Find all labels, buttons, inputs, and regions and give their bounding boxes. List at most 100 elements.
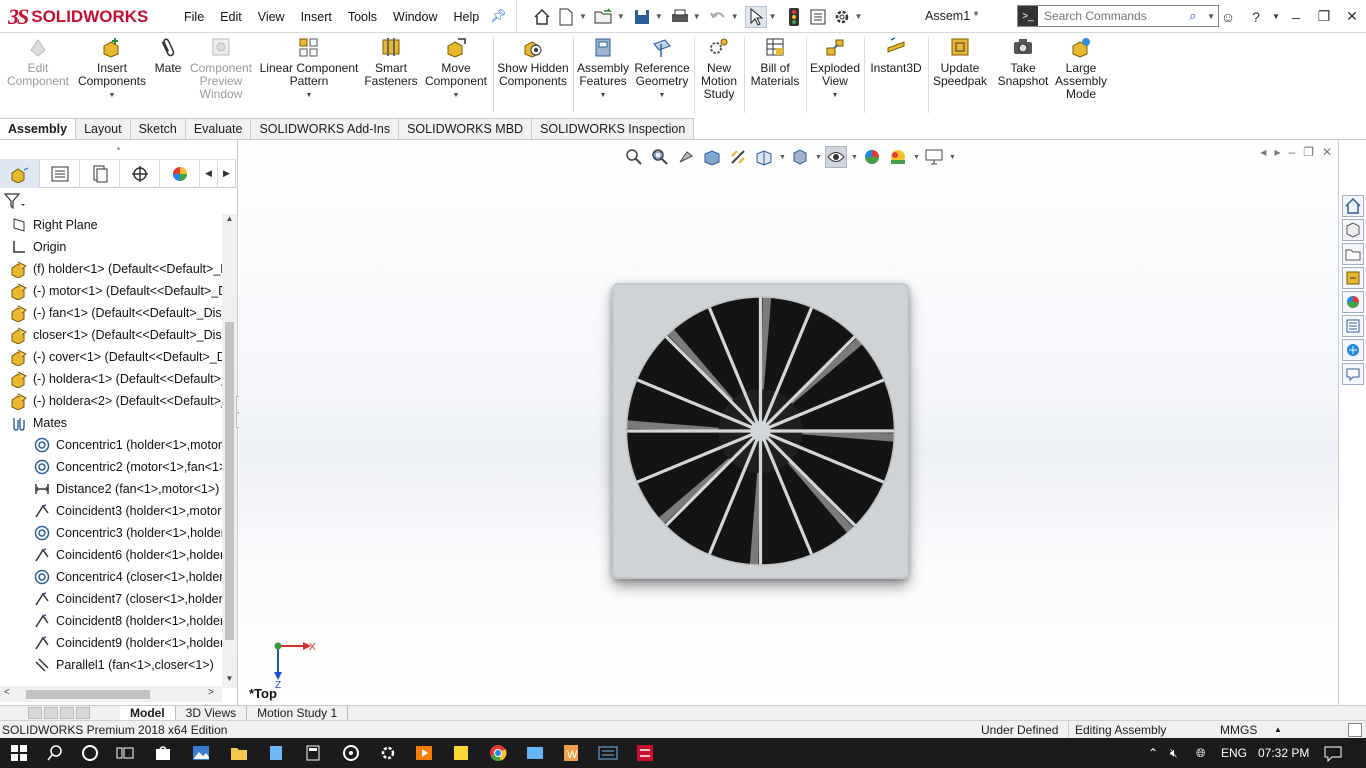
task-view-icon[interactable]	[114, 742, 136, 764]
action-center-icon[interactable]	[1324, 738, 1342, 768]
chrome-icon[interactable]	[487, 742, 509, 764]
solidworks-logo[interactable]: 3S SOLIDWORKS	[8, 3, 158, 31]
select-cursor-icon[interactable]	[744, 5, 767, 28]
notes-app-icon[interactable]	[265, 742, 287, 764]
scroll-down-icon[interactable]: ▼	[222, 674, 237, 688]
view-settings-monitor-icon[interactable]	[923, 146, 945, 168]
tree-item[interactable]: (-) cover<1> (Default<<Default>_D	[0, 346, 222, 368]
viewport-restore-icon[interactable]: ❐	[1303, 145, 1314, 159]
bill-of-materials-button[interactable]: Bill of Materials	[747, 35, 803, 88]
new-document-icon[interactable]	[555, 6, 577, 28]
menu-view[interactable]: View	[250, 10, 293, 24]
viewport-close-icon[interactable]: ✕	[1322, 145, 1332, 159]
tree-item[interactable]: Origin	[0, 236, 222, 258]
mate-tree-item[interactable]: Concentric1 (holder<1>,motor	[0, 434, 222, 456]
restore-icon[interactable]: ❐	[1310, 8, 1338, 25]
file-explorer-icon[interactable]	[228, 742, 250, 764]
panel-tab-scroll-right-icon[interactable]: ▶	[218, 159, 236, 188]
unit-system[interactable]: MMGS	[1220, 721, 1257, 739]
tree-horizontal-scrollbar[interactable]: < >	[0, 686, 222, 702]
tree-item[interactable]: (f) holder<1> (Default<<Default>_D	[0, 258, 222, 280]
tab-first-icon[interactable]	[28, 706, 42, 719]
menu-edit[interactable]: Edit	[212, 10, 250, 24]
mate-tree-item[interactable]: Coincident7 (closer<1>,holdera	[0, 588, 222, 610]
media-app-icon[interactable]	[340, 742, 362, 764]
exploded-view-button[interactable]: Exploded View ▼	[809, 35, 861, 102]
configuration-manager-tab-icon[interactable]	[80, 159, 120, 188]
tree-item[interactable]: (-) holdera<1> (Default<<Default>_	[0, 368, 222, 390]
scroll-up-icon[interactable]: ▲	[222, 214, 237, 228]
tree-item[interactable]: Right Plane	[0, 214, 222, 236]
tree-item[interactable]: closer<1> (Default<<Default>_Disp	[0, 324, 222, 346]
assembly-features-dropdown-icon[interactable]: ▼	[600, 89, 607, 102]
tree-filter[interactable]	[0, 188, 237, 214]
tab-model[interactable]: Model	[120, 705, 176, 721]
word-icon[interactable]: W	[560, 742, 582, 764]
edit-appearance-icon[interactable]	[861, 146, 883, 168]
file-explorer-icon[interactable]	[1342, 243, 1364, 265]
select-dropdown-icon[interactable]: ▼	[769, 12, 777, 21]
design-library-icon[interactable]	[1342, 219, 1364, 241]
mate-tree-item[interactable]: Coincident3 (holder<1>,motor	[0, 500, 222, 522]
mate-tree-item[interactable]: Concentric3 (holder<1>,holder	[0, 522, 222, 544]
status-settings-icon[interactable]	[1348, 723, 1362, 737]
tab-layout[interactable]: Layout	[76, 118, 131, 139]
print-icon[interactable]	[669, 6, 691, 28]
unit-system-dropdown-icon[interactable]: ▲	[1274, 721, 1282, 739]
view-orientation-icon[interactable]	[753, 146, 775, 168]
tab-motion-study-1[interactable]: Motion Study 1	[247, 705, 349, 721]
viewport-back-icon[interactable]: ◂	[1260, 145, 1266, 159]
feature-manager-tab-icon[interactable]	[0, 159, 40, 188]
mate-tree-item[interactable]: Parallel1 (fan<1>,closer<1>)	[0, 654, 222, 676]
tablet-app-icon[interactable]	[524, 742, 546, 764]
exploded-view-dropdown-icon[interactable]: ▼	[832, 89, 839, 102]
zoom-to-fit-icon[interactable]	[623, 146, 645, 168]
fan-assembly-model[interactable]	[612, 283, 909, 579]
graphics-viewport[interactable]: ▼ ▼ ▼ ▼ ▼ ◂ ▸ – ❐ ✕ X Z *Top	[239, 140, 1338, 705]
pin-icon[interactable]: 📌︎	[490, 8, 507, 24]
scroll-left-icon[interactable]: <	[4, 687, 10, 698]
move-component-button[interactable]: Move Component ▼	[422, 35, 490, 102]
view-orientation-dropdown-icon[interactable]: ▼	[779, 154, 786, 161]
apply-scene-dropdown-icon[interactable]: ▼	[913, 154, 920, 161]
command-prompt-icon[interactable]: >_	[1018, 6, 1038, 26]
component-preview-window-button[interactable]: Component Preview Window	[186, 35, 256, 101]
show-hidden-components-button[interactable]: Show Hidden Components	[496, 35, 570, 88]
apply-scene-icon[interactable]	[887, 146, 909, 168]
undo-icon[interactable]	[707, 6, 729, 28]
tree-item[interactable]: Mates	[0, 412, 222, 434]
solidworks-2018-taskbar-icon[interactable]	[634, 742, 656, 764]
tree-item[interactable]: (-) fan<1> (Default<<Default>_Disp	[0, 302, 222, 324]
tab-assembly[interactable]: Assembly	[0, 118, 77, 139]
take-snapshot-button[interactable]: Take Snapshot	[994, 35, 1052, 88]
settings-gear-icon[interactable]	[377, 742, 399, 764]
update-speedpak-button[interactable]: Update Speedpak	[931, 35, 989, 88]
tab-next-icon[interactable]	[60, 706, 74, 719]
panel-tab-scroll-left-icon[interactable]: ◀	[200, 159, 218, 188]
help-dropdown-icon[interactable]: ▼	[1270, 12, 1282, 21]
tab-prev-icon[interactable]	[44, 706, 58, 719]
close-icon[interactable]: ✕	[1338, 8, 1366, 25]
filter-icon[interactable]	[4, 193, 26, 209]
rebuild-traffic-light-icon[interactable]	[783, 6, 805, 28]
view-palette-icon[interactable]	[1342, 267, 1364, 289]
taskbar-clock[interactable]: 07:32 PM	[1258, 738, 1309, 768]
move-component-dropdown-icon[interactable]: ▼	[453, 89, 460, 102]
menu-tools[interactable]: Tools	[340, 10, 385, 24]
media-player-icon[interactable]	[413, 742, 435, 764]
mate-tree-item[interactable]: Coincident9 (holder<1>,holder	[0, 632, 222, 654]
search-input[interactable]	[1044, 9, 1190, 23]
tree-vertical-scrollbar[interactable]: ▲ ▼	[222, 214, 237, 688]
custom-properties-icon[interactable]	[1342, 315, 1364, 337]
3dexperience-icon[interactable]	[1342, 363, 1364, 385]
user-icon[interactable]: ☺	[1214, 9, 1242, 25]
h-scroll-thumb[interactable]	[26, 690, 150, 699]
search-icon[interactable]: ⌕	[1189, 8, 1207, 24]
menu-insert[interactable]: Insert	[293, 10, 340, 24]
open-folder-icon[interactable]	[593, 6, 615, 28]
tab-3d-views[interactable]: 3D Views	[176, 705, 248, 721]
smart-fasteners-button[interactable]: Smart Fasteners	[364, 35, 418, 88]
sticky-notes-icon[interactable]	[450, 742, 472, 764]
tree-item[interactable]: (-) holdera<2> (Default<<Default>_	[0, 390, 222, 412]
dimxpert-tab-icon[interactable]	[120, 159, 160, 188]
